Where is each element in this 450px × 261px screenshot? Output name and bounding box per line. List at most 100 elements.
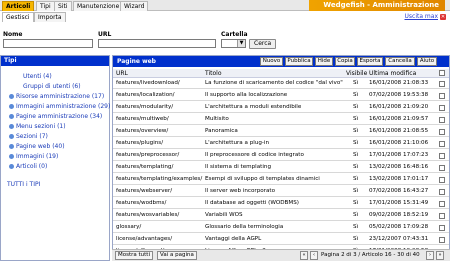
table-row[interactable]: features/modularity/L'architettura a mod…: [113, 103, 449, 113]
folder-icon: [9, 154, 14, 159]
cartella-select[interactable]: ▼: [221, 39, 246, 48]
col-visibile[interactable]: Visibile: [346, 70, 367, 77]
tab-tipi[interactable]: Tipi: [36, 1, 55, 11]
tree-item-label: Immagini amministrazione (29): [16, 103, 111, 110]
cerca-button[interactable]: Cerca: [249, 39, 277, 49]
table-row[interactable]: features/localization/Il supporto alla l…: [113, 91, 449, 101]
cancella-button[interactable]: Cancella: [385, 57, 415, 66]
col-ultima-modifica[interactable]: Ultima modifica: [369, 70, 416, 77]
cell-ultima-modifica: 16/01/2008 21:08:55: [369, 128, 429, 134]
row-checkbox[interactable]: [439, 141, 445, 147]
pager-status: Pagina 2 di 3 / Articolo 16 - 30 di 40: [321, 252, 420, 258]
tab-importa[interactable]: Importa: [34, 12, 66, 22]
folder-icon: [9, 114, 14, 119]
table-row[interactable]: license/advantages/Vantaggi della AGPL Sì…: [113, 235, 449, 245]
web-pages-header: Pagine web Nuovo Pubblica Hide Copia Esp…: [113, 56, 449, 67]
cell-titolo: Il database ad oggetti (WODBMS): [205, 200, 299, 206]
tree-item-pagine-amm[interactable]: Pagine amministrazione (34): [9, 113, 102, 121]
table-row[interactable]: glossary/Glossario della terminologia Sì 0…: [113, 223, 449, 233]
chevron-down-icon: ▼: [237, 40, 245, 47]
row-checkbox[interactable]: [439, 237, 445, 243]
close-icon: ✕: [440, 13, 446, 20]
tree-item-risorse[interactable]: Risorse amministrazione (17): [9, 93, 104, 101]
table-row[interactable]: features/templating/examples/Esempi di s…: [113, 175, 449, 185]
tab-siti[interactable]: Siti: [54, 1, 72, 11]
tree-item-immagini-amm[interactable]: Immagini amministrazione (29): [9, 103, 110, 111]
vai-pagina-button[interactable]: Vai a pagina: [157, 251, 197, 260]
esporta-button[interactable]: Esporta: [357, 57, 383, 66]
cell-url: features/livedownload/: [116, 80, 180, 86]
tree-item-gruppi[interactable]: Gruppi di utenti (6): [23, 83, 81, 91]
row-checkbox[interactable]: [439, 201, 445, 207]
table-row[interactable]: features/preprocessor/Il preprocessore d…: [113, 151, 449, 161]
row-checkbox[interactable]: [439, 213, 445, 219]
url-input[interactable]: [98, 39, 216, 48]
cartella-label: Cartella: [221, 31, 248, 38]
cell-visibile: Sì: [353, 104, 359, 110]
cell-titolo: L'architettura a moduli estendibile: [205, 104, 302, 110]
cell-visibile: Sì: [353, 200, 359, 206]
copia-button[interactable]: Copia: [335, 57, 355, 66]
cell-titolo: Il server web incorporato: [205, 188, 276, 194]
tab-articoli[interactable]: Articoli: [2, 1, 35, 11]
tree-item-articoli[interactable]: Articoli (0): [9, 163, 47, 171]
col-titolo[interactable]: Titolo: [205, 70, 222, 77]
row-checkbox[interactable]: [439, 165, 445, 171]
logout-link[interactable]: Uscita max ✕: [405, 13, 446, 20]
row-checkbox[interactable]: [439, 225, 445, 231]
row-checkbox[interactable]: [439, 129, 445, 135]
next-page-icon[interactable]: ›: [426, 251, 434, 260]
table-row[interactable]: features/livedownload/La funzione di sca…: [113, 79, 449, 89]
tree-item-immagini[interactable]: Immagini (19): [9, 153, 58, 161]
tree-item-sezioni[interactable]: Sezioni (7): [9, 133, 48, 141]
tree-item-label: Sezioni (7): [16, 133, 48, 140]
tab-wizard[interactable]: Wizard: [120, 1, 149, 11]
table-row[interactable]: features/templating/Il sistema di templa…: [113, 163, 449, 173]
cell-titolo: Il preprocessore di codice integrato: [205, 152, 304, 158]
table-row[interactable]: features/wodbms/Il database ad oggetti (…: [113, 199, 449, 209]
row-checkbox[interactable]: [439, 189, 445, 195]
cell-titolo: Vantaggi della AGPL: [205, 236, 262, 242]
last-page-icon[interactable]: »: [436, 251, 444, 260]
tree-item-menu-sezioni[interactable]: Menu sezioni (1): [9, 123, 66, 131]
table-row[interactable]: features/overview/Panoramica Sì 16/01/2008…: [113, 127, 449, 137]
cell-titolo: Il supporto alla localizzazione: [205, 92, 288, 98]
all-types-link[interactable]: TUTTI i TIPI: [7, 181, 40, 188]
row-checkbox[interactable]: [439, 105, 445, 111]
cell-ultima-modifica: 17/01/2008 17:07:23: [369, 152, 429, 158]
table-row[interactable]: features/webserver/Il server web incorpo…: [113, 187, 449, 197]
table-row[interactable]: features/wosvariables/Variabili WOS Sì 09/…: [113, 211, 449, 221]
tab-gestisci[interactable]: Gestisci: [2, 12, 34, 22]
cell-visibile: Sì: [353, 140, 359, 146]
table-row[interactable]: features/multiweb/Multisito Sì 16/01/2008 …: [113, 115, 449, 125]
cell-visibile: Sì: [353, 80, 359, 86]
cell-titolo: Esempi di sviluppo di templates dinamici: [205, 176, 320, 182]
cell-titolo: Glossario della terminologia: [205, 224, 284, 230]
select-all-checkbox[interactable]: [439, 70, 445, 76]
cell-url: glossary/: [116, 224, 142, 230]
tree-item-utenti[interactable]: Utenti (4): [23, 73, 52, 81]
cell-ultima-modifica: 09/02/2008 18:52:19: [369, 212, 429, 218]
row-checkbox[interactable]: [439, 81, 445, 87]
first-page-icon[interactable]: «: [300, 251, 308, 260]
aiuto-button[interactable]: Aiuto: [417, 57, 437, 66]
tab-manutenzione[interactable]: Manutenzione: [73, 1, 124, 11]
cell-visibile: Sì: [353, 188, 359, 194]
pubblica-button[interactable]: Pubblica: [285, 57, 313, 66]
col-url[interactable]: URL: [116, 70, 128, 77]
tree-item-pagine-web[interactable]: Pagine web (40): [9, 143, 65, 151]
cell-url: features/wodbms/: [116, 200, 167, 206]
nome-input[interactable]: [3, 39, 93, 48]
row-checkbox[interactable]: [439, 177, 445, 183]
row-checkbox[interactable]: [439, 153, 445, 159]
row-checkbox[interactable]: [439, 93, 445, 99]
table-row[interactable]: features/plugins/L'architettura a plug-i…: [113, 139, 449, 149]
nuovo-button[interactable]: Nuovo: [260, 57, 283, 66]
cell-visibile: Sì: [353, 176, 359, 182]
prev-page-icon[interactable]: ‹: [310, 251, 318, 260]
hide-button[interactable]: Hide: [315, 57, 333, 66]
mostra-tutti-button[interactable]: Mostra tutti: [115, 251, 153, 260]
cell-titolo: Variabili WOS: [205, 212, 243, 218]
row-checkbox[interactable]: [439, 117, 445, 123]
brand-name: Wedgefish: [323, 1, 365, 9]
